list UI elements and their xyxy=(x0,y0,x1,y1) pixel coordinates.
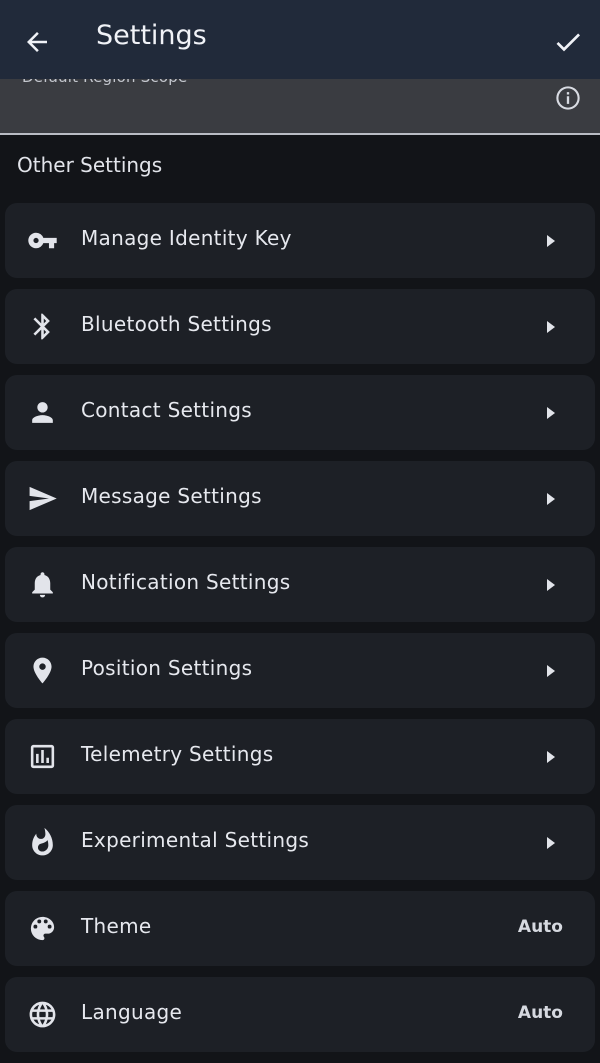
location-pin-icon xyxy=(27,655,58,686)
item-label: Message Settings xyxy=(81,484,262,508)
bluetooth-icon xyxy=(27,311,58,342)
bell-icon xyxy=(27,569,58,600)
contact-settings-item[interactable]: Contact Settings xyxy=(5,375,595,450)
person-icon xyxy=(27,397,58,428)
bluetooth-settings-item[interactable]: Bluetooth Settings xyxy=(5,289,595,364)
chevron-right-icon xyxy=(543,576,559,594)
flame-icon xyxy=(27,827,58,858)
globe-icon xyxy=(27,999,58,1030)
chevron-right-icon xyxy=(543,662,559,680)
chevron-right-icon xyxy=(543,318,559,336)
palette-icon xyxy=(27,913,58,944)
key-icon xyxy=(27,225,58,256)
chevron-right-icon xyxy=(543,232,559,250)
info-icon[interactable] xyxy=(554,84,582,112)
section-title: Other Settings xyxy=(17,153,163,177)
language-item[interactable]: Language Auto xyxy=(5,977,595,1052)
position-settings-item[interactable]: Position Settings xyxy=(5,633,595,708)
telemetry-settings-item[interactable]: Telemetry Settings xyxy=(5,719,595,794)
theme-item[interactable]: Theme Auto xyxy=(5,891,595,966)
item-label: Notification Settings xyxy=(81,570,291,594)
message-settings-item[interactable]: Message Settings xyxy=(5,461,595,536)
chevron-right-icon xyxy=(543,404,559,422)
back-arrow-icon[interactable] xyxy=(22,27,52,57)
page-title: Settings xyxy=(96,20,207,51)
theme-value: Auto xyxy=(517,917,563,937)
chevron-right-icon xyxy=(543,834,559,852)
item-label: Telemetry Settings xyxy=(81,742,274,766)
send-icon xyxy=(27,483,58,514)
app-bar: Settings xyxy=(0,0,600,79)
settings-list: Manage Identity Key Bluetooth Settings C… xyxy=(5,203,595,1063)
item-label: Bluetooth Settings xyxy=(81,312,272,336)
check-icon[interactable] xyxy=(552,26,584,58)
item-label: Manage Identity Key xyxy=(81,226,292,250)
item-label: Contact Settings xyxy=(81,398,253,422)
item-label: Position Settings xyxy=(81,656,253,680)
item-label: Theme xyxy=(81,914,152,938)
bar-chart-icon xyxy=(27,741,58,772)
item-label: Experimental Settings xyxy=(81,828,310,852)
chevron-right-icon xyxy=(543,748,559,766)
item-label: Language xyxy=(81,1000,183,1024)
chevron-right-icon xyxy=(543,490,559,508)
language-value: Auto xyxy=(517,1003,563,1023)
notification-settings-item[interactable]: Notification Settings xyxy=(5,547,595,622)
experimental-settings-item[interactable]: Experimental Settings xyxy=(5,805,595,880)
manage-identity-key-item[interactable]: Manage Identity Key xyxy=(5,203,595,278)
